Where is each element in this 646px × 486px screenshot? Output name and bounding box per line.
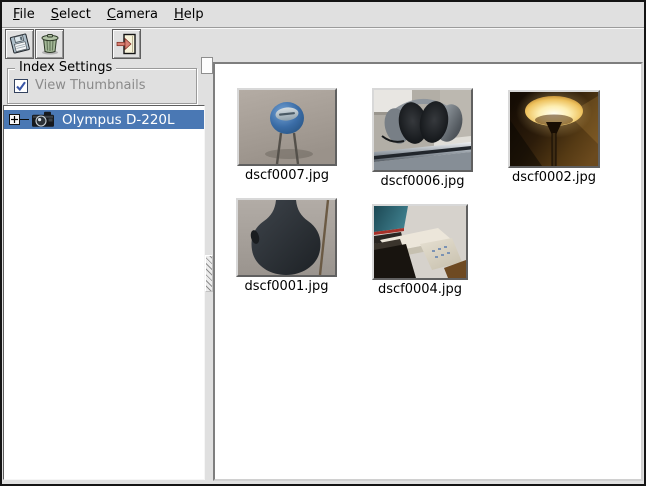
- checkmark-icon: [15, 80, 27, 92]
- plus-icon: [10, 115, 19, 124]
- tree-row-olympus[interactable]: Olympus D-220L: [4, 110, 204, 129]
- exit-button[interactable]: [112, 29, 141, 59]
- splitter-top-notch: [201, 57, 213, 74]
- menu-select-label: Select: [51, 7, 91, 22]
- thumbnail-image-dscf0002[interactable]: [508, 90, 600, 168]
- thumbnail-filename[interactable]: dscf0002.jpg: [491, 170, 617, 185]
- menu-camera[interactable]: Camera: [100, 3, 165, 26]
- menu-file[interactable]: File: [6, 3, 42, 26]
- expander-plus-icon[interactable]: [9, 114, 20, 125]
- menu-select[interactable]: Select: [44, 3, 98, 26]
- camera-tree-label: Olympus D-220L: [62, 112, 175, 128]
- thumbnail-filename[interactable]: dscf0006.jpg: [352, 174, 493, 189]
- photo-blue-component: [239, 90, 335, 164]
- menu-file-label: File: [13, 7, 35, 22]
- gtkam-window: File Select Camera Help: [0, 0, 646, 486]
- view-thumbnails-label: View Thumbnails: [35, 78, 146, 93]
- photo-lamp: [510, 92, 598, 166]
- exit-door-icon: [115, 32, 139, 56]
- thumbnail-image-dscf0007[interactable]: [237, 88, 337, 166]
- photo-printer: [374, 206, 466, 278]
- delete-button[interactable]: [35, 29, 64, 59]
- menu-help-label: Help: [174, 7, 204, 22]
- menu-bar: File Select Camera Help: [2, 2, 644, 28]
- thumbnail-panel: dscf0007.jpg: [213, 62, 643, 481]
- save-button[interactable]: [5, 29, 34, 59]
- index-settings-frame: Index Settings View Thumbnails: [7, 68, 197, 104]
- view-thumbnails-checkbox[interactable]: View Thumbnails: [14, 78, 146, 93]
- thumbnail-image-dscf0006[interactable]: [372, 88, 473, 172]
- thumbnail-filename[interactable]: dscf0004.jpg: [352, 282, 488, 297]
- thumbnail-filename[interactable]: dscf0001.jpg: [216, 279, 357, 294]
- trash-icon: [38, 32, 62, 56]
- tree-connector-line: [20, 119, 29, 120]
- thumbnail-image-dscf0001[interactable]: [236, 198, 337, 277]
- camera-icon: [31, 111, 55, 128]
- camera-tree[interactable]: Olympus D-220L: [3, 105, 205, 480]
- checkbox-box[interactable]: [14, 79, 28, 93]
- menu-camera-label: Camera: [107, 7, 158, 22]
- photo-guitar-case: [238, 200, 335, 275]
- splitter-handle[interactable]: [205, 255, 213, 292]
- index-settings-title: Index Settings: [15, 60, 116, 76]
- thumbnail-image-dscf0004[interactable]: [372, 204, 468, 280]
- thumbnail-filename[interactable]: dscf0007.jpg: [217, 168, 357, 183]
- photo-headphones: [374, 90, 471, 170]
- menu-help[interactable]: Help: [167, 3, 211, 26]
- floppy-disk-icon: [8, 32, 32, 56]
